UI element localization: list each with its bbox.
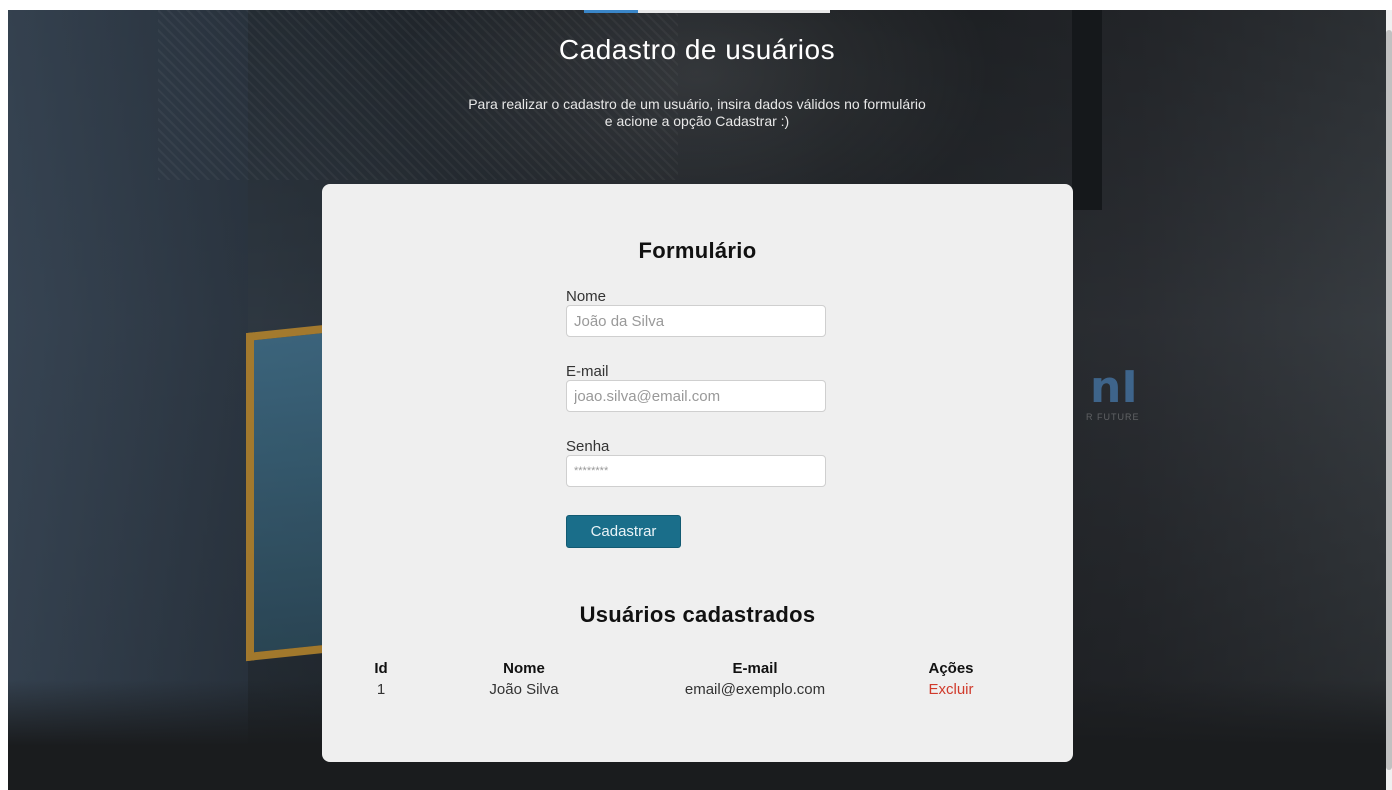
top-bar-strip bbox=[638, 10, 830, 13]
password-input[interactable] bbox=[566, 455, 826, 487]
scrollbar-thumb[interactable] bbox=[1386, 30, 1392, 770]
cell-id: 1 bbox=[376, 681, 386, 698]
submit-button[interactable]: Cadastrar bbox=[566, 515, 681, 548]
page-viewport: nI R FUTURE Cadastro de usuários Para re… bbox=[8, 10, 1386, 790]
form-card: Formulário Nome E-mail Senha Cadastrar U… bbox=[322, 184, 1073, 762]
column-header-acoes: Ações bbox=[928, 660, 974, 677]
cell-email: email@exemplo.com bbox=[684, 681, 826, 698]
page-title: Cadastro de usuários bbox=[558, 34, 836, 65]
page-scrollbar[interactable] bbox=[1386, 10, 1392, 790]
users-section-title: Usuários cadastrados bbox=[579, 602, 816, 627]
column-header-nome: Nome bbox=[503, 660, 545, 677]
email-label: E-mail bbox=[566, 363, 609, 380]
page-content: Cadastro de usuários Para realizar o cad… bbox=[8, 10, 1386, 790]
form-title: Formulário bbox=[638, 238, 757, 263]
delete-user-link[interactable]: Excluir bbox=[928, 681, 973, 698]
name-label: Nome bbox=[566, 288, 607, 305]
table-header-row: Id Nome E-mail Ações bbox=[358, 656, 1036, 679]
column-header-id: Id bbox=[374, 660, 388, 677]
password-label: Senha bbox=[566, 438, 610, 455]
users-table: Id Nome E-mail Ações 1 João Silva email@… bbox=[358, 656, 1036, 700]
top-bar-accent bbox=[584, 10, 638, 13]
cell-name: João Silva bbox=[489, 681, 559, 698]
page-subtitle: Para realizar o cadastro de um usuário, … bbox=[8, 96, 1386, 130]
subtitle-line-1: Para realizar o cadastro de um usuário, … bbox=[468, 96, 926, 112]
table-row: 1 João Silva email@exemplo.com Excluir bbox=[358, 679, 1036, 700]
cell-actions: Excluir bbox=[866, 679, 1036, 700]
email-input[interactable] bbox=[566, 380, 826, 412]
column-header-email: E-mail bbox=[732, 660, 778, 677]
name-input[interactable] bbox=[566, 305, 826, 337]
subtitle-line-2: e acione a opção Cadastrar :) bbox=[604, 113, 790, 129]
